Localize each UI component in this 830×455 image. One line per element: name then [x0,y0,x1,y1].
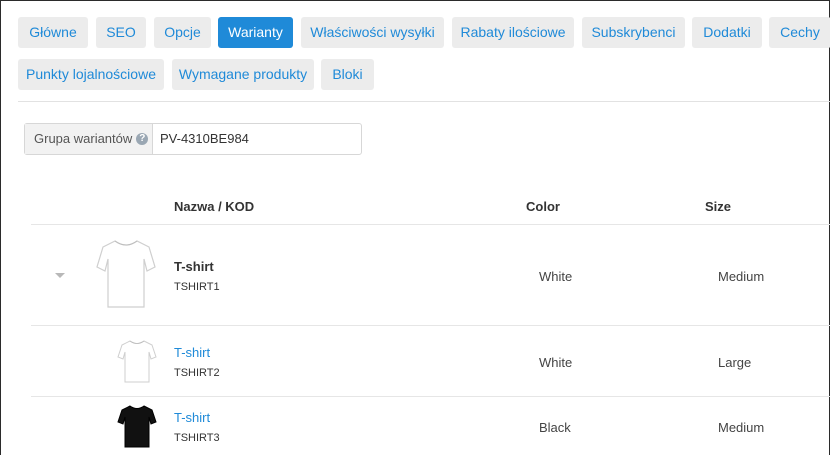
variant-group-input[interactable]: PV-4310BE984 [153,124,361,154]
variant-group-field: Grupa wariantów ? PV-4310BE984 [24,123,362,155]
header-color[interactable]: Color [526,199,560,214]
tab-warianty[interactable]: Warianty [218,17,293,48]
product-size: Medium [718,269,765,284]
tab-dodatki[interactable]: Dodatki [692,17,762,48]
tab-cechy[interactable]: Cechy [769,17,830,48]
product-code: TSHIRT2 [174,367,220,379]
row-divider [31,224,830,225]
collapse-caret-icon[interactable] [55,273,65,278]
product-name[interactable]: T-shirt [174,259,214,274]
tab-punkty-lojalnosciowe[interactable]: Punkty lojalnościowe [18,59,164,90]
question-circle-icon[interactable]: ? [136,133,149,145]
product-color: White [539,269,573,284]
tab-subskrybenci[interactable]: Subskrybenci [582,17,685,48]
row-divider [31,396,830,397]
product-size: Medium [718,420,765,435]
tab-rabaty-ilosciowe[interactable]: Rabaty ilościowe [452,17,574,48]
tab-seo[interactable]: SEO [96,17,146,48]
product-code: TSHIRT1 [174,281,220,293]
variant-name-link[interactable]: T-shirt [174,410,210,425]
variant-group-label-box: Grupa wariantów ? [25,124,153,154]
header-size[interactable]: Size [705,199,731,214]
tshirt-white-thumbnail [117,340,157,383]
variant-group-label: Grupa wariantów [34,131,133,146]
tshirt-black-thumbnail [117,405,157,448]
tab-opcje[interactable]: Opcje [154,17,211,48]
product-size: Large [718,355,752,370]
tab-glowne[interactable]: Główne [18,17,88,48]
tab-bloki[interactable]: Bloki [321,59,374,90]
product-color: Black [539,420,571,435]
header-name-code[interactable]: Nazwa / KOD [174,199,254,214]
tab-wymagane-produkty[interactable]: Wymagane produkty [172,59,314,90]
divider [18,101,830,102]
tshirt-white-thumbnail [96,240,156,308]
product-code: TSHIRT3 [174,432,220,444]
row-divider [31,325,830,326]
product-color: White [539,355,573,370]
variant-name-link[interactable]: T-shirt [174,345,210,360]
tab-wlasciwosci-wysylki[interactable]: Właściwości wysyłki [301,17,444,48]
